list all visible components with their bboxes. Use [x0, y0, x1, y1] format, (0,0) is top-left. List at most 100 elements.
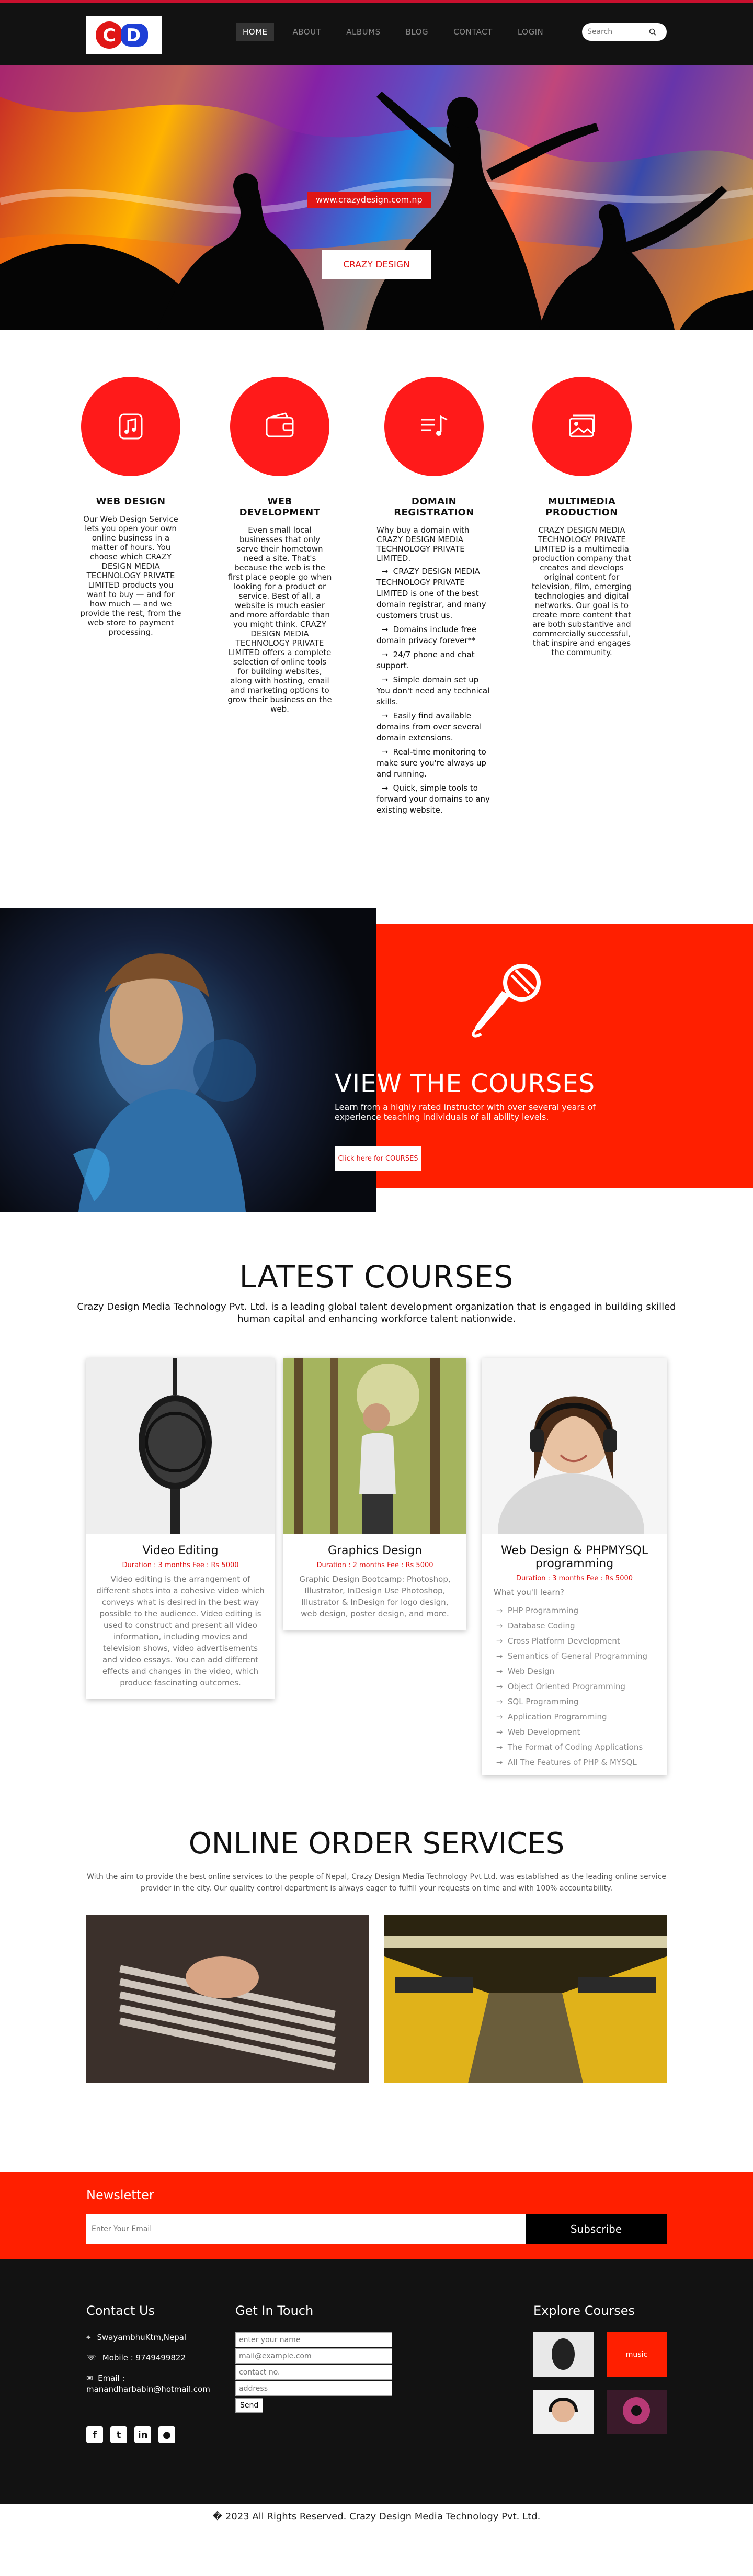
service-icon-circle [532, 377, 632, 476]
nav-contact[interactable]: CONTACT [447, 23, 499, 41]
footer-contact-title: Contact Us [86, 2303, 155, 2318]
course-meta: Duration : 3 months Fee : Rs 5000 [122, 1561, 239, 1569]
search-icon[interactable] [649, 28, 656, 36]
course-image-runner [283, 1358, 466, 1534]
course-card-web-design-php[interactable]: Web Design & PHPMYSQL programming Durati… [482, 1358, 667, 1775]
music-list-icon [421, 415, 448, 436]
newsletter-email-input[interactable] [86, 2214, 526, 2244]
thumb-headphones[interactable] [533, 2390, 594, 2434]
nav-albums[interactable]: ALBUMS [340, 23, 386, 41]
newsletter-title: Newsletter [86, 2188, 154, 2202]
course-meta: Duration : 2 months Fee : Rs 5000 [316, 1561, 433, 1569]
contact-form: Send [235, 2332, 392, 2413]
github-icon[interactable]: ● [158, 2426, 175, 2443]
contact-number-field[interactable] [235, 2365, 392, 2380]
list-item: → All The Features of PHP & MYSQL [494, 1758, 637, 1767]
linkedin-icon[interactable]: in [134, 2426, 151, 2443]
list-item: → Simple domain set up You don't need an… [376, 675, 490, 706]
contact-address: ⌖ SwayambhuKtm,Nepal [86, 2333, 187, 2342]
email-address[interactable]: manandharbabin@hotmail.com [86, 2384, 210, 2395]
nav-about[interactable]: ABOUT [287, 23, 328, 41]
list-item: → Web Development [494, 1727, 580, 1737]
service-text: CRAZY DESIGN MEDIA TECHNOLOGY PRIVATE LI… [531, 525, 632, 657]
thumb-music[interactable]: music [607, 2332, 667, 2377]
view-courses-button[interactable]: Click here for COURSES [335, 1146, 421, 1171]
svg-text:D: D [126, 25, 141, 46]
domain-points-list: → CRAZY DESIGN MEDIA TECHNOLOGY PRIVATE … [376, 566, 492, 816]
mail-icon: ✉ [86, 2373, 98, 2383]
site-footer: Contact Us ⌖ SwayambhuKtm,Nepal ☏ Mobile… [0, 2259, 753, 2504]
course-title: Video Editing [142, 1544, 219, 1557]
newsletter-section: Newsletter Subscribe [0, 2172, 753, 2259]
course-image-headphones [482, 1358, 667, 1534]
main-nav: HOME ABOUT ALBUMS BLOG CONTACT LOGIN [236, 23, 550, 41]
nav-login[interactable]: LOGIN [511, 23, 550, 41]
course-card-graphics-design[interactable]: Graphics Design Duration : 2 months Fee … [283, 1358, 466, 1630]
list-item: → Real-time monitoring to make sure you'… [376, 747, 486, 779]
banner-red-panel [376, 924, 753, 1188]
list-item: → Database Coding [494, 1621, 575, 1630]
facebook-icon[interactable]: f [86, 2426, 103, 2443]
hero-url-badge[interactable]: www.crazydesign.com.np [307, 192, 431, 208]
service-icon-circle [81, 377, 180, 476]
send-button[interactable]: Send [235, 2398, 264, 2413]
explore-courses-thumbs: music [533, 2332, 667, 2434]
phone-icon: ☏ [86, 2353, 96, 2363]
list-item: → CRAZY DESIGN MEDIA TECHNOLOGY PRIVATE … [376, 567, 486, 620]
course-topics-list: → PHP Programming → Database Coding → Cr… [482, 1598, 667, 1775]
contact-mobile: ☏ Mobile : 9749499822 [86, 2353, 186, 2363]
top-navbar: C D HOME ABOUT ALBUMS BLOG CONTACT LOGIN [0, 0, 753, 65]
banner-text: Learn from a highly rated instructor wit… [335, 1102, 596, 1122]
service-multimedia-production: MULTIMEDIA PRODUCTION CRAZY DESIGN MEDIA… [526, 377, 638, 657]
course-intro: What you'll learn? [494, 1588, 564, 1597]
list-item: → Domains include free domain privacy fo… [376, 625, 477, 645]
course-meta: Duration : 3 months Fee : Rs 5000 [516, 1574, 633, 1582]
thumb-microphone[interactable] [533, 2332, 594, 2377]
service-text: Our Web Design Service lets you open you… [80, 514, 181, 637]
email-field[interactable] [235, 2348, 392, 2364]
location-icon: ⌖ [86, 2333, 91, 2342]
course-image-microphone [86, 1358, 275, 1534]
list-item: → 24/7 phone and chat support. [376, 650, 475, 670]
courses-banner: VIEW THE COURSES Learn from a highly rat… [0, 908, 753, 1214]
list-item: → Object Oriented Programming [494, 1682, 625, 1691]
contact-email: ✉ Email : manandharbabin@hotmail.com [86, 2373, 210, 2395]
list-item: → Web Design [494, 1667, 555, 1676]
service-intro: Why buy a domain with CRAZY DESIGN MEDIA… [376, 525, 470, 563]
hero-crazy-design-button[interactable]: CRAZY DESIGN [322, 250, 431, 279]
hero-section: www.crazydesign.com.np CRAZY DESIGN [0, 65, 753, 330]
name-field[interactable] [235, 2332, 392, 2347]
list-item: → PHP Programming [494, 1606, 579, 1615]
service-title-line2: REGISTRATION [394, 507, 474, 518]
nav-home[interactable]: HOME [236, 23, 274, 41]
thumb-dj[interactable] [607, 2390, 667, 2434]
banner-portrait-image [0, 908, 376, 1212]
course-title: Graphics Design [327, 1544, 423, 1557]
online-order-section: ONLINE ORDER SERVICES With the aim to pr… [0, 1827, 753, 2172]
section-intro: Crazy Design Media Technology Pvt. Ltd. … [77, 1301, 676, 1324]
section-title: LATEST COURSES [239, 1259, 514, 1295]
service-title: WEB DEVELOPMENT [239, 496, 321, 518]
service-icon-circle [384, 377, 484, 476]
contact-details: ⌖ SwayambhuKtm,Nepal ☏ Mobile : 97494998… [86, 2332, 212, 2404]
nav-blog[interactable]: BLOG [400, 23, 435, 41]
service-title: DOMAIN REGISTRATION [376, 496, 492, 518]
service-title-line2: PRODUCTION [545, 507, 618, 518]
section-title: ONLINE ORDER SERVICES [188, 1827, 565, 1861]
list-item: → Quick, simple tools to forward your do… [376, 783, 490, 815]
microphone-icon [472, 964, 541, 1038]
course-description: Graphic Design Bootcamp: Photoshop, Illu… [299, 1574, 451, 1618]
subscribe-button[interactable]: Subscribe [526, 2214, 667, 2244]
footer-explore-title: Explore Courses [533, 2303, 635, 2318]
photo-stack-icon [569, 414, 595, 437]
service-title-line1: DOMAIN [411, 496, 457, 507]
twitter-icon[interactable]: t [110, 2426, 127, 2443]
address-field[interactable] [235, 2381, 392, 2396]
search-input[interactable] [587, 28, 649, 36]
course-card-video-editing[interactable]: Video Editing Duration : 3 months Fee : … [86, 1358, 275, 1699]
service-title: MULTIMEDIA PRODUCTION [526, 496, 638, 518]
section-text: With the aim to provide the best online … [87, 1873, 666, 1893]
site-logo[interactable]: C D [86, 16, 162, 54]
search-box [582, 23, 667, 41]
list-item: → The Format of Coding Applications [494, 1742, 643, 1752]
